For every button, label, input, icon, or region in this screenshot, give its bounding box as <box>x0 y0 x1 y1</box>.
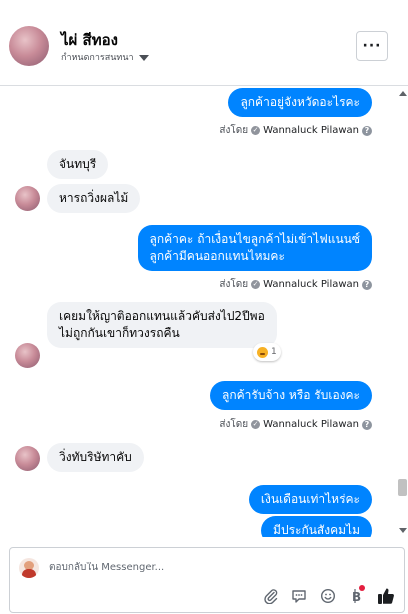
sender-name[interactable]: Wannaluck Pilawan <box>263 125 359 136</box>
scrollbar-thumb[interactable] <box>398 479 407 496</box>
contact-avatar-small[interactable] <box>15 446 40 471</box>
reply-composer: B <box>9 547 405 613</box>
sent-by-prefix: ส่งโดย <box>219 419 249 430</box>
sticker-icon[interactable] <box>289 586 309 606</box>
sent-by-line: ส่งโดย ✓ Wannaluck Pilawan ? <box>219 417 372 432</box>
sent-by-line: ส่งโดย ✓ Wannaluck Pilawan ? <box>219 277 372 292</box>
incoming-message[interactable]: จันทบุรี <box>47 150 109 179</box>
contact-avatar-small[interactable] <box>15 343 40 368</box>
reaction-count: 1 <box>271 347 277 357</box>
reply-input[interactable] <box>49 562 349 573</box>
incoming-message[interactable]: หารถวิ่งผลไม้ <box>47 184 141 213</box>
quick-reply-icon[interactable]: B <box>346 585 366 606</box>
verified-check-icon: ✓ <box>251 126 261 135</box>
outgoing-message[interactable]: ลูกค้าคะ ถ้าเงื่อนไขลูกค้าไม่เข้าไฟแนนซ์… <box>137 225 372 271</box>
chevron-down-icon <box>138 54 149 61</box>
outgoing-message[interactable]: เงินเดือนเท่าไหร่คะ <box>248 485 372 514</box>
assign-conversation-dropdown[interactable]: กำหนดการสนทนา <box>61 50 149 64</box>
sender-name[interactable]: Wannaluck Pilawan <box>263 419 359 430</box>
message-thread: ลูกค้าอยู่จังหวัดอะไรคะ ส่งโดย ✓ Wannalu… <box>0 87 396 537</box>
sad-face-emoji-icon <box>257 346 268 358</box>
incoming-message[interactable]: เคยมให้ญาติออกแทนแล้วคับส่งไป2ปีพอ ไม่ถู… <box>47 302 277 348</box>
emoji-icon[interactable] <box>318 586 338 606</box>
outgoing-message[interactable]: ลูกค้าอยู่จังหวัดอะไรคะ <box>228 88 372 117</box>
verified-check-icon: ✓ <box>251 420 261 429</box>
contact-avatar[interactable] <box>9 26 49 66</box>
like-icon[interactable] <box>376 586 396 606</box>
help-icon[interactable]: ? <box>362 279 372 290</box>
contact-name[interactable]: ไผ่ สีทอง <box>61 28 118 52</box>
page-avatar <box>19 558 39 578</box>
svg-text:B: B <box>352 590 361 604</box>
verified-check-icon: ✓ <box>251 280 261 289</box>
scroll-down-arrow-icon[interactable] <box>399 528 407 533</box>
attachment-icon[interactable] <box>261 586 281 606</box>
sent-by-line: ส่งโดย ✓ Wannaluck Pilawan ? <box>219 123 372 138</box>
outgoing-message[interactable]: มีประกันสังคมไม <box>261 516 372 537</box>
scroll-up-arrow-icon[interactable] <box>399 91 407 96</box>
outgoing-message[interactable]: ลูกค้ารับจ้าง หรือ รับเองคะ <box>210 381 372 410</box>
assign-conversation-label: กำหนดการสนทนา <box>61 53 134 63</box>
chat-scrollbar[interactable] <box>397 87 408 537</box>
sender-name[interactable]: Wannaluck Pilawan <box>263 279 359 290</box>
sent-by-prefix: ส่งโดย <box>219 125 249 136</box>
contact-avatar-small[interactable] <box>15 186 40 211</box>
help-icon[interactable]: ? <box>362 125 372 136</box>
notification-dot <box>359 585 365 591</box>
incoming-message[interactable]: วิ่งทับริษัทาคับ <box>47 443 144 472</box>
message-reaction[interactable]: 1 <box>253 343 281 361</box>
more-options-button[interactable]: ··· <box>356 31 388 61</box>
conversation-header: ไผ่ สีทอง กำหนดการสนทนา ··· <box>0 0 408 86</box>
sent-by-prefix: ส่งโดย <box>219 279 249 290</box>
help-icon[interactable]: ? <box>362 419 372 430</box>
